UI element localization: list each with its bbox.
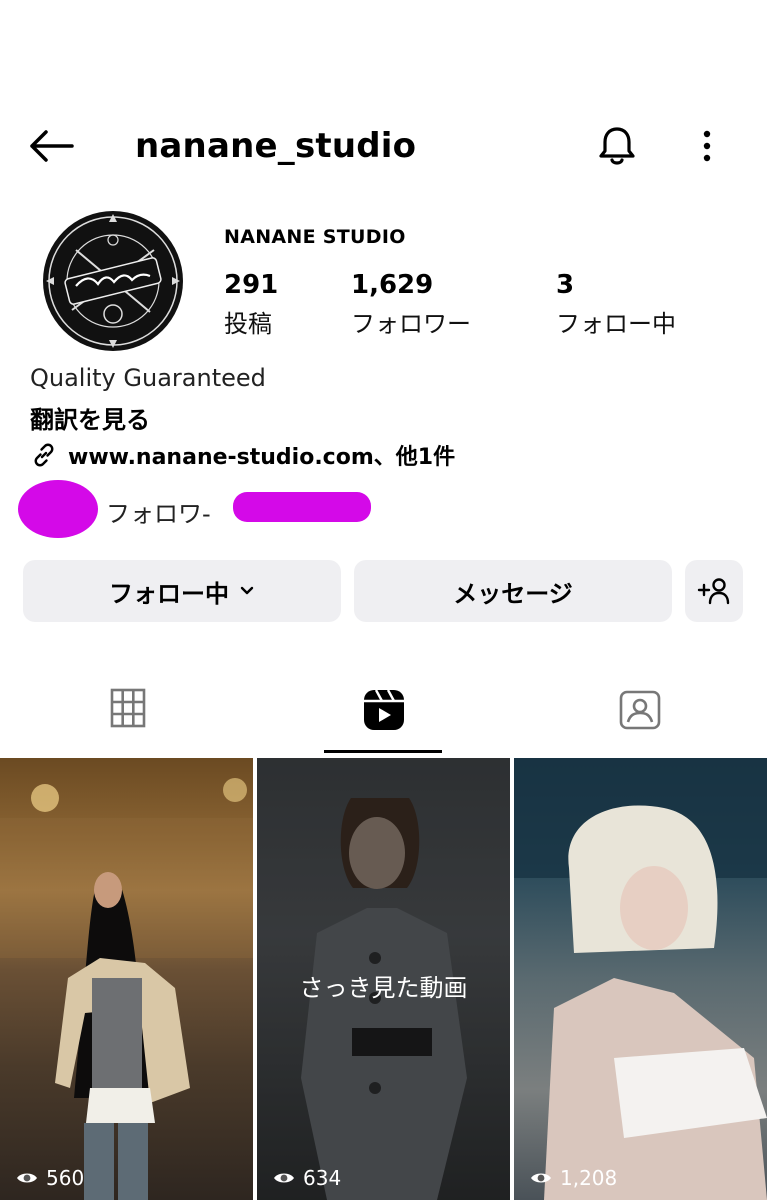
suggest-users-button[interactable] — [685, 560, 743, 622]
reels-icon — [364, 689, 404, 730]
reel-thumbnail[interactable]: さっき見た動画 634 — [257, 758, 510, 1200]
tagged-icon — [619, 690, 661, 730]
view-count: 560 — [16, 1166, 84, 1190]
bio-text: Quality Guaranteed — [30, 364, 266, 392]
following-count[interactable]: 3 フォロー中 — [556, 268, 676, 342]
view-count-value: 634 — [303, 1166, 342, 1190]
view-count-value: 1,208 — [560, 1166, 618, 1190]
tab-posts[interactable] — [0, 670, 255, 754]
posts-count-value: 291 — [224, 270, 279, 300]
eye-icon — [274, 1173, 294, 1183]
tab-tagged[interactable] — [512, 670, 767, 754]
profile-avatar[interactable] — [42, 210, 184, 352]
profile-header: nanane_studio — [0, 110, 767, 182]
reel-thumbnail[interactable]: 1,208 — [514, 758, 767, 1200]
following-count-value: 3 — [556, 270, 575, 300]
recently-watched-label: さっき見た動画 — [299, 974, 468, 1002]
message-button[interactable]: メッセージ — [354, 560, 672, 622]
posts-count[interactable]: 291 投稿 — [224, 268, 278, 342]
tab-reels[interactable] — [256, 670, 511, 754]
see-translation-link[interactable]: 翻訳を見る — [30, 400, 150, 435]
followers-count-label: フォロワー — [351, 310, 471, 338]
website-link[interactable]: www.nanane-studio.com、他1件 — [30, 440, 455, 470]
bell-icon[interactable] — [595, 124, 639, 168]
eye-icon — [17, 1173, 37, 1183]
view-count: 1,208 — [530, 1166, 617, 1190]
website-link-text: www.nanane-studio.com、他1件 — [68, 445, 456, 470]
reel-thumbnail[interactable]: 560 — [0, 758, 253, 1200]
more-options-icon[interactable] — [690, 124, 724, 168]
mutual-followers-row[interactable]: フォロワ- — [18, 478, 418, 540]
eye-icon — [531, 1173, 551, 1183]
view-count: 634 — [273, 1166, 341, 1190]
chevron-down-icon — [240, 586, 254, 595]
grid-icon — [110, 688, 146, 728]
view-count-value: 560 — [46, 1166, 85, 1190]
display-name: NANANE STUDIO — [224, 226, 406, 248]
reels-grid: 560 さっき見た動画 634 1,208 — [0, 758, 767, 1200]
posts-count-label: 投稿 — [224, 310, 272, 338]
redacted-names — [233, 492, 371, 522]
following-button[interactable]: フォロー中 — [23, 560, 341, 622]
back-arrow-icon[interactable] — [26, 126, 78, 166]
following-button-label: フォロー中 — [109, 579, 229, 608]
add-user-icon — [697, 578, 730, 605]
active-tab-indicator — [324, 750, 442, 753]
followers-count-value: 1,629 — [351, 270, 434, 300]
username-title: nanane_studio — [135, 126, 417, 166]
mutual-followers-text: フォロワ- — [106, 500, 211, 528]
redacted-avatar — [18, 480, 98, 538]
link-icon — [34, 443, 54, 467]
following-count-label: フォロー中 — [556, 310, 676, 338]
message-button-label: メッセージ — [453, 579, 573, 608]
followers-count[interactable]: 1,629 フォロワー — [351, 268, 471, 342]
content-tabs — [0, 670, 767, 754]
